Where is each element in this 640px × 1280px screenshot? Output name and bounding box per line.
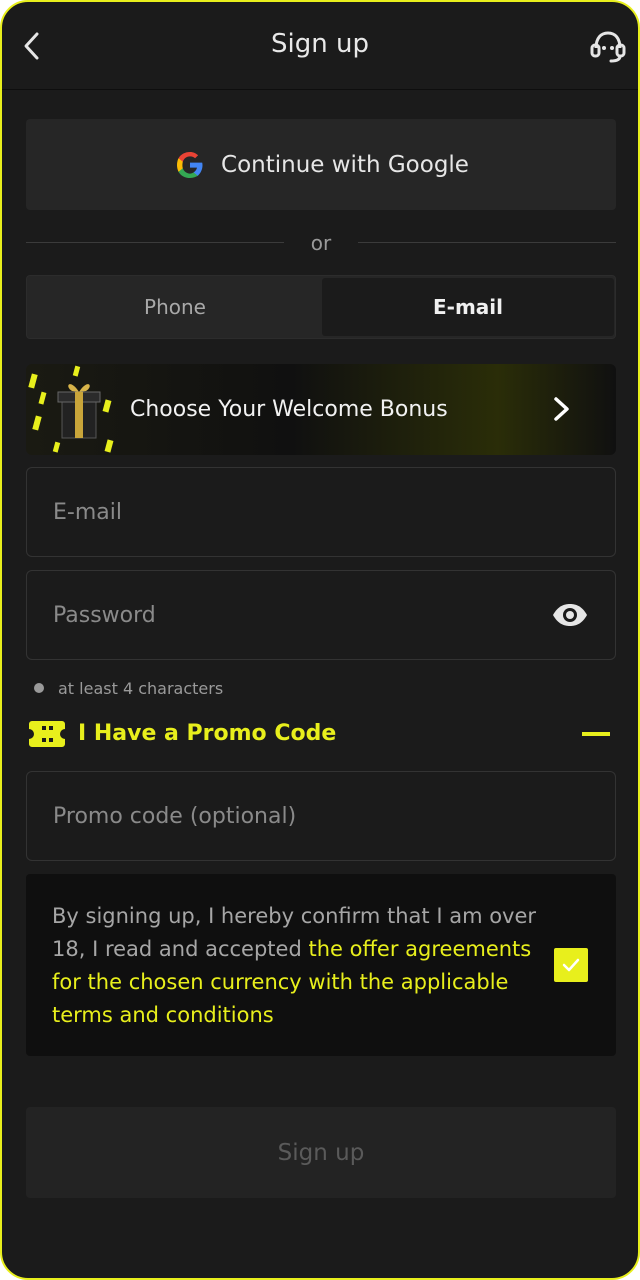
email-field[interactable] [53, 468, 553, 556]
terms-checkbox[interactable] [554, 948, 588, 982]
password-hint-text: at least 4 characters [58, 678, 224, 698]
sign-up-button[interactable]: Sign up [26, 1107, 616, 1198]
signup-method-tabs: Phone E-mail [26, 275, 616, 339]
divider-text: or [310, 231, 332, 255]
promo-code-title: I Have a Promo Code [78, 721, 337, 746]
bullet-dot-icon [34, 683, 44, 693]
terms-text: By signing up, I hereby confirm that I a… [52, 900, 542, 1032]
ticket-icon [29, 721, 65, 747]
tab-email[interactable]: E-mail [322, 278, 614, 336]
promo-code-field-container [26, 771, 616, 861]
google-button-label: Continue with Google [221, 151, 469, 178]
google-g-icon [177, 151, 203, 178]
promo-code-field[interactable] [53, 772, 553, 860]
support-button[interactable] [586, 26, 630, 66]
page-title: Sign up [271, 29, 369, 59]
divider-line-right [358, 242, 616, 243]
promo-code-toggle[interactable]: I Have a Promo Code [28, 714, 614, 754]
or-divider: or [26, 228, 616, 258]
toggle-password-visibility-button[interactable] [551, 599, 589, 631]
welcome-bonus-banner[interactable]: Choose Your Welcome Bonus [26, 364, 616, 455]
terms-agreement-box: By signing up, I hereby confirm that I a… [26, 874, 616, 1056]
headset-support-icon [590, 31, 626, 63]
continue-with-google-button[interactable]: Continue with Google [26, 119, 616, 210]
welcome-bonus-label: Choose Your Welcome Bonus [130, 397, 448, 422]
app-frame: Sign up Continue with Google or Phone E-… [0, 0, 640, 1280]
chevron-right-icon [554, 397, 569, 421]
header: Sign up [2, 2, 638, 90]
eye-icon [553, 604, 587, 626]
checkmark-icon [562, 958, 580, 972]
password-field[interactable] [53, 571, 553, 659]
collapse-minus-icon [582, 732, 610, 736]
tab-phone[interactable]: Phone [29, 278, 321, 336]
gift-box-icon [28, 365, 114, 453]
password-field-container [26, 570, 616, 660]
email-field-container [26, 467, 616, 557]
password-requirement-hint: at least 4 characters [34, 676, 223, 700]
